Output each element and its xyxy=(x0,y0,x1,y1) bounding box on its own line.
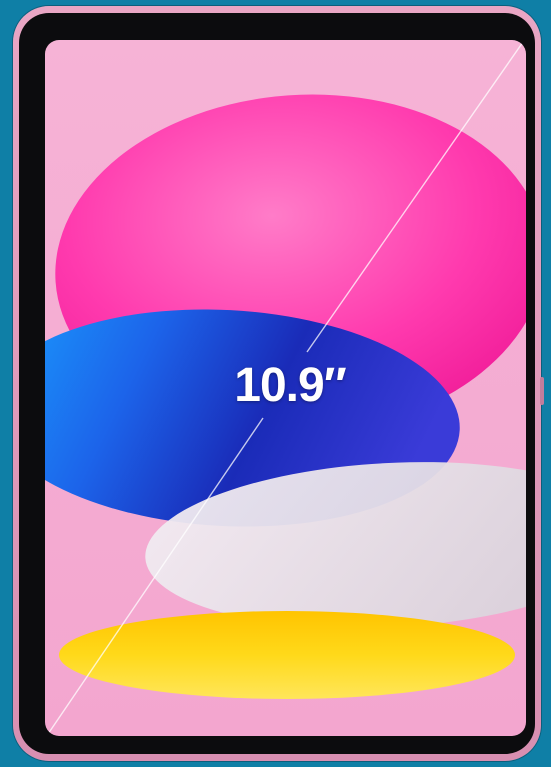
tablet-side-button xyxy=(540,377,544,405)
product-image: 10.9″ xyxy=(0,0,551,767)
yellow-shape xyxy=(59,611,515,699)
tablet-screen: 10.9″ xyxy=(45,40,526,736)
screen-size-label: 10.9″ xyxy=(234,359,346,412)
